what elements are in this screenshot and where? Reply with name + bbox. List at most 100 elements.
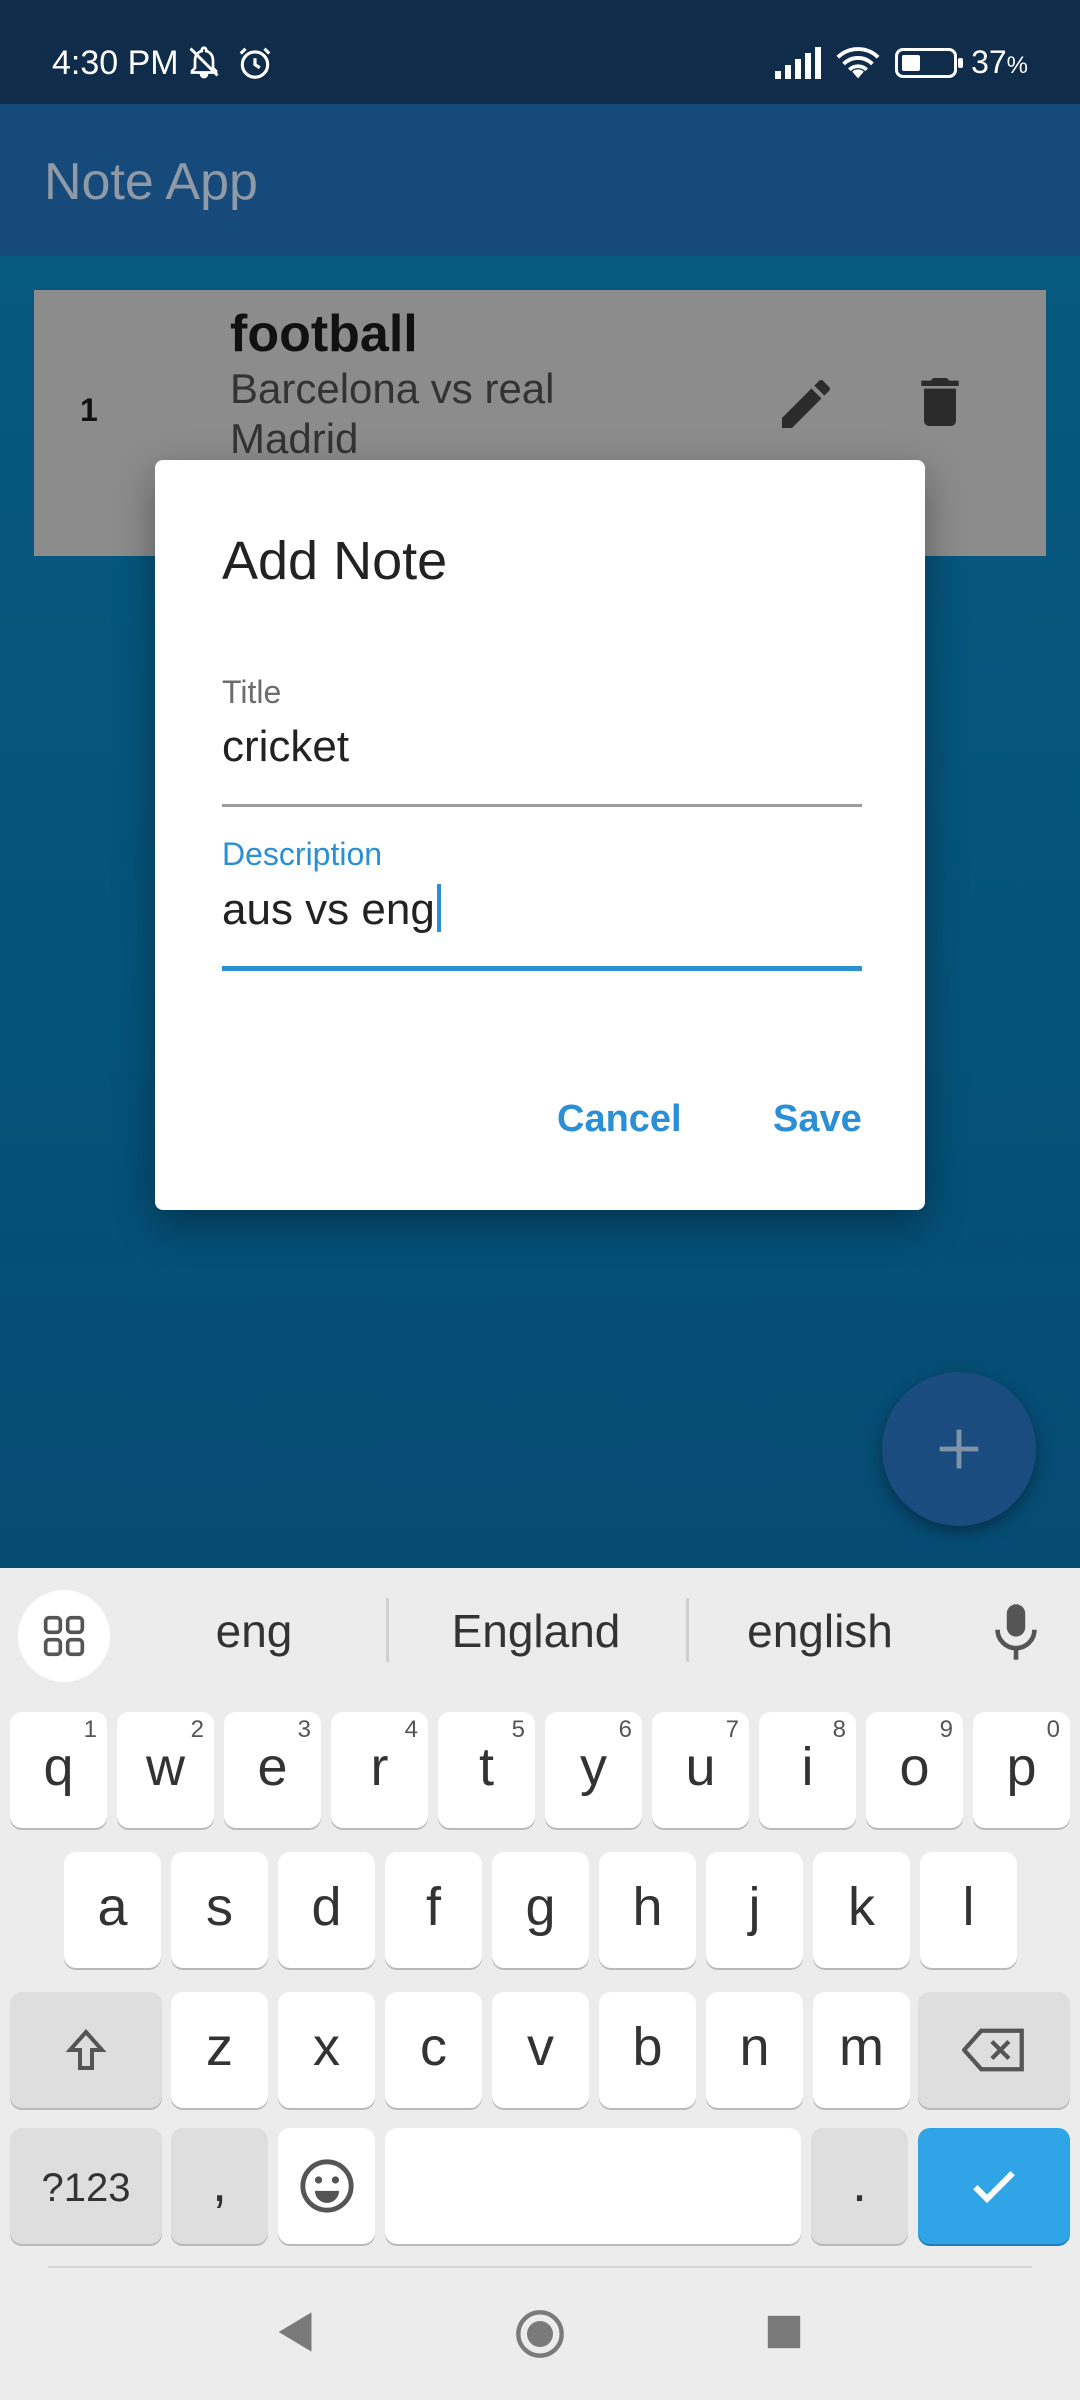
key-t-label: t [478,1737,494,1797]
wifi-icon [836,46,880,78]
key-a[interactable]: a [64,1852,161,1968]
status-time: 4:30 PM [52,44,179,82]
key-m[interactable]: m [813,1992,910,2108]
period-key[interactable]: . [811,2128,908,2244]
symbols-key-label: ?123 [41,2166,131,2210]
key-r-hint: 4 [404,1716,418,1743]
key-z-label: z [206,2017,233,2077]
key-d[interactable]: d [278,1852,375,1968]
key-u-label: u [685,1737,716,1797]
key-w[interactable]: w2 [117,1712,214,1828]
key-j[interactable]: j [706,1852,803,1968]
key-v[interactable]: v [492,1992,589,2108]
battery-percent: 37% [971,44,1028,80]
recents-icon[interactable] [766,2314,802,2350]
edit-icon[interactable] [774,372,838,436]
done-key[interactable] [918,2128,1070,2244]
title-field-label: Title [222,674,282,710]
key-f-label: f [425,1877,441,1937]
emoji-icon [299,2159,354,2213]
key-t-hint: 5 [511,1716,525,1743]
plus-icon [939,1429,979,1469]
key-g[interactable]: g [492,1852,589,1968]
alarm-icon [239,47,271,79]
key-p[interactable]: p0 [973,1712,1070,1828]
key-k-label: k [848,1877,875,1937]
key-u[interactable]: u7 [652,1712,749,1828]
key-s-label: s [206,1877,233,1937]
key-c[interactable]: c [385,1992,482,2108]
key-g-label: g [525,1877,556,1937]
suggestion-2[interactable]: England [406,1604,666,1658]
key-t[interactable]: t5 [438,1712,535,1828]
key-b[interactable]: b [599,1992,696,2108]
key-p-hint: 0 [1046,1716,1060,1743]
note-title: football [230,305,418,363]
key-u-hint: 7 [725,1716,739,1743]
key-y-hint: 6 [618,1716,632,1743]
key-s[interactable]: s [171,1852,268,1968]
cancel-button[interactable]: Cancel [557,1098,682,1141]
key-o-hint: 9 [939,1716,953,1743]
key-e[interactable]: e3 [224,1712,321,1828]
suggestion-divider [386,1598,389,1662]
period-key-label: . [851,2153,867,2213]
key-d-label: d [311,1877,342,1937]
key-q-hint: 1 [83,1716,97,1743]
app-bar: Note App [0,104,1080,256]
key-c-label: c [420,2017,447,2077]
key-l[interactable]: l [920,1852,1017,1968]
key-f[interactable]: f [385,1852,482,1968]
comma-key[interactable]: , [171,2128,268,2244]
battery-icon [895,47,964,78]
delete-icon[interactable] [908,370,972,434]
back-icon[interactable] [272,2308,316,2356]
shift-key[interactable] [10,1992,162,2108]
key-q-label: q [43,1737,74,1797]
description-field-label: Description [222,836,383,872]
key-i[interactable]: i8 [759,1712,856,1828]
suggestion-1[interactable]: eng [124,1604,384,1658]
note-description: Barcelona vs real Madrid [230,365,555,462]
suggestion-divider [686,1598,689,1662]
suggestion-3[interactable]: english [690,1604,950,1658]
backspace-icon [962,2028,1024,2072]
backspace-key[interactable] [918,1992,1070,2108]
keyboard-menu-button[interactable] [18,1590,110,1682]
text-caret [436,884,441,932]
signal-icon [775,46,822,79]
add-note-fab[interactable] [882,1372,1036,1526]
microphone-icon[interactable] [988,1602,1044,1662]
key-y[interactable]: y6 [545,1712,642,1828]
description-input[interactable]: aus vs eng [222,884,862,935]
key-r[interactable]: r4 [331,1712,428,1828]
comma-key-label: , [211,2153,227,2213]
key-v-label: v [527,2017,554,2077]
mute-bell-icon [189,46,219,79]
symbols-key[interactable]: ?123 [10,2128,162,2244]
key-o[interactable]: o9 [866,1712,963,1828]
key-w-label: w [146,1737,185,1797]
home-icon[interactable] [514,2308,566,2360]
app-title: Note App [44,153,258,211]
key-x[interactable]: x [278,1992,375,2108]
description-underline [222,966,862,971]
key-q[interactable]: q1 [10,1712,107,1828]
key-b-label: b [632,2017,663,2077]
emoji-key[interactable] [278,2128,375,2244]
save-button[interactable]: Save [773,1098,862,1141]
key-n[interactable]: n [706,1992,803,2108]
key-k[interactable]: k [813,1852,910,1968]
title-input[interactable]: cricket [222,722,862,772]
space-bar[interactable] [385,2128,801,2244]
key-z[interactable]: z [171,1992,268,2108]
note-number: 1 [80,392,98,428]
key-j-label: j [748,1877,761,1937]
check-icon [973,2171,1015,2204]
suggestion-bar: eng England english [0,1568,1080,1694]
dialog-title: Add Note [222,531,448,591]
key-r-label: r [370,1737,389,1797]
key-e-label: e [257,1737,288,1797]
apps-grid-icon [43,1615,85,1657]
key-h[interactable]: h [599,1852,696,1968]
